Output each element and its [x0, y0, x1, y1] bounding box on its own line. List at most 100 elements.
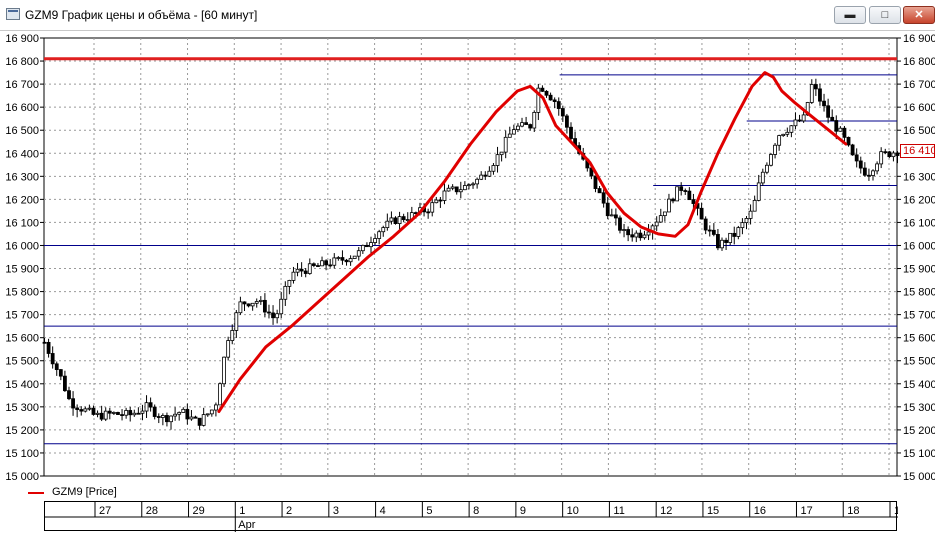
candle-body — [858, 160, 863, 169]
candle-body — [507, 133, 512, 138]
y-tick-label-left: 15 100 — [5, 448, 39, 460]
candle-body — [99, 412, 104, 420]
candle-body — [324, 260, 329, 266]
candle-body — [320, 260, 324, 267]
y-tick-label-left: 15 000 — [5, 471, 39, 483]
candle-body — [707, 229, 712, 232]
candle-body — [250, 302, 255, 307]
candle-body — [691, 199, 696, 204]
candle-body — [838, 127, 843, 132]
candle-body — [46, 341, 51, 354]
candle-body — [850, 144, 855, 156]
y-tick-label-left: 16 500 — [5, 125, 39, 137]
candle-body — [214, 404, 218, 411]
candle-body — [822, 100, 826, 107]
y-tick-label-right: 16 600 — [903, 102, 935, 114]
candle-body — [230, 330, 235, 341]
candle-body — [132, 412, 137, 416]
candle-body — [107, 410, 112, 414]
candle-body — [405, 219, 410, 222]
minimize-button[interactable]: ▬ — [834, 6, 866, 24]
y-tick-label-left: 16 400 — [5, 148, 39, 160]
candle-body — [597, 188, 602, 194]
candle-body — [434, 199, 439, 204]
candle-body — [140, 410, 145, 414]
date-axis[interactable]: 27282912345891011121516171819Apr — [44, 501, 906, 532]
candle-body — [638, 232, 643, 239]
candle-body — [720, 239, 724, 249]
y-tick-label-right: 16 100 — [903, 217, 935, 229]
date-label: 17 — [800, 505, 812, 517]
candle-body — [520, 122, 524, 127]
candle-body — [128, 410, 133, 416]
candle-body — [613, 214, 618, 219]
candle-body — [226, 340, 231, 358]
candle-body — [699, 207, 704, 220]
candle-body — [242, 301, 247, 305]
candle-body — [67, 390, 71, 400]
candle-body — [809, 84, 814, 103]
candle-body — [311, 263, 316, 266]
date-label: 9 — [520, 505, 526, 517]
candle-body — [156, 416, 161, 418]
candle-body — [667, 198, 671, 213]
candle-body — [540, 87, 545, 92]
candle-body — [687, 190, 692, 201]
candle-body — [332, 257, 337, 266]
candle-body — [193, 416, 198, 419]
candle-body — [797, 119, 802, 122]
candle-body — [671, 198, 675, 202]
maximize-button[interactable]: □ — [869, 6, 901, 24]
candle-body — [769, 154, 773, 166]
candle-body — [703, 218, 708, 231]
candle-body — [54, 363, 59, 370]
y-tick-label-right: 15 900 — [903, 264, 935, 276]
y-tick-label-right: 15 100 — [903, 448, 935, 460]
candle-body — [389, 217, 394, 222]
candle-body — [446, 187, 451, 192]
candle-body — [385, 220, 390, 229]
close-button[interactable]: ✕ — [903, 6, 935, 24]
candle-body — [177, 412, 182, 415]
candle-body — [222, 356, 226, 385]
candle-body — [626, 229, 631, 236]
candle-body — [103, 410, 108, 420]
y-tick-label-left: 16 600 — [5, 102, 39, 114]
candle-body — [124, 410, 129, 416]
candle-body — [360, 244, 365, 252]
candle-body — [152, 406, 157, 417]
date-label: 10 — [567, 505, 579, 517]
candle-body — [348, 258, 353, 263]
y-tick-label-right: 16 800 — [903, 56, 935, 68]
candle-body — [487, 170, 492, 177]
candle-body — [764, 164, 769, 173]
candle-body — [393, 217, 398, 224]
plot-area[interactable] — [43, 37, 898, 477]
candle-body — [552, 99, 557, 102]
candle-body — [565, 115, 569, 128]
title-bar[interactable]: GZM9 График цены и объёма - [60 минут] ▬… — [0, 0, 935, 31]
candle-body — [352, 255, 357, 259]
candle-body — [777, 135, 782, 146]
candle-body — [79, 409, 84, 412]
candle-body — [740, 222, 745, 229]
candle-body — [189, 416, 194, 420]
candle-body — [144, 402, 149, 412]
candle-body — [218, 383, 222, 406]
date-label: 3 — [333, 505, 339, 517]
candle-body — [165, 415, 169, 423]
candle-body — [826, 105, 831, 118]
candle-body — [728, 232, 733, 243]
y-tick-label-left: 16 700 — [5, 79, 39, 91]
candle-body — [173, 413, 178, 417]
candle-body — [299, 268, 304, 272]
y-tick-label-left: 16 300 — [5, 171, 39, 183]
y-tick-label-left: 16 900 — [5, 33, 39, 45]
chart-window-icon[interactable] — [6, 8, 20, 20]
date-label: 2 — [286, 505, 292, 517]
price-chart[interactable]: 15 000 15 000 15 100 15 100 15 200 15 200 15 3… — [0, 30, 935, 501]
candle-body — [895, 152, 900, 156]
candle-body — [344, 259, 349, 263]
date-axis-svg: 27282912345891011121516171819Apr — [45, 502, 906, 532]
candle-body — [499, 151, 504, 156]
